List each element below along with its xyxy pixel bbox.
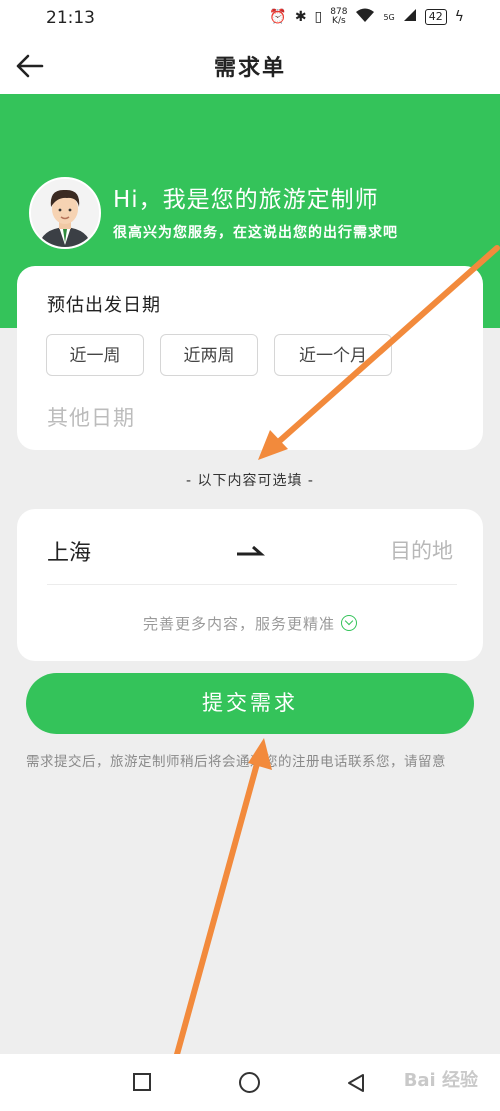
more-info-label: 完善更多内容，服务更精准 [142, 615, 335, 633]
departure-date-card: 预估出发日期 近一周 近两周 近一个月 其他日期 [17, 266, 483, 450]
recent-apps-icon[interactable] [133, 1073, 151, 1091]
system-nav-bar: Bai 经验 [0, 1054, 500, 1111]
bluetooth-icon: ✱ [294, 9, 307, 25]
greeting-title: Hi，我是您的旅游定制师 [113, 187, 379, 213]
net-speed: 878 K/s [330, 7, 348, 26]
status-time: 21:13 [46, 8, 95, 28]
destination-input[interactable]: 目的地 [390, 535, 453, 565]
cell-signal-icon [403, 8, 417, 26]
status-bar: 21:13 ⏰ ✱ ▯ 878 K/s 5G 42 ϟ [0, 0, 500, 36]
battery-icon: 42 [424, 9, 447, 25]
annotation-arrow-lower [173, 738, 272, 1061]
departure-date-title: 预估出发日期 [47, 295, 161, 316]
alarm-icon: ⏰ [269, 9, 287, 25]
route-divider [47, 584, 457, 585]
advisor-avatar [29, 177, 101, 249]
greeting-subtitle: 很高兴为您服务，在这说出您的出行需求吧 [113, 225, 398, 241]
date-option-one-week[interactable]: 近一周 [46, 334, 144, 376]
date-option-one-month[interactable]: 近一个月 [274, 334, 392, 376]
home-icon[interactable] [239, 1072, 260, 1093]
back-triangle-icon[interactable] [345, 1072, 367, 1094]
wifi-icon [355, 7, 375, 27]
other-date-input[interactable]: 其他日期 [47, 402, 135, 432]
chevron-down-circle-icon [341, 615, 357, 631]
more-info-toggle[interactable]: 完善更多内容，服务更精准 [17, 613, 483, 634]
nav-bar: 需求单 [0, 36, 500, 94]
baidu-jingyan-watermark: Bai 经验 [403, 1070, 478, 1091]
page-title: 需求单 [213, 55, 286, 81]
date-option-two-weeks[interactable]: 近两周 [160, 334, 258, 376]
signal-icon: 5G [383, 12, 395, 22]
status-icons: ⏰ ✱ ▯ 878 K/s 5G 42 ϟ [269, 7, 464, 27]
route-arrow-icon [235, 543, 265, 559]
optional-section-note: - 以下内容可选填 - [185, 473, 314, 489]
route-card: 上海 目的地 完善更多内容，服务更精准 [17, 509, 483, 661]
departure-city[interactable]: 上海 [47, 535, 91, 567]
charging-icon: ϟ [454, 9, 464, 25]
vibrate-icon: ▯ [314, 9, 323, 25]
submit-footnote: 需求提交后，旅游定制师稍后将会通过您的注册电话联系您，请留意 [26, 754, 446, 770]
submit-button[interactable]: 提交需求 [26, 673, 474, 734]
